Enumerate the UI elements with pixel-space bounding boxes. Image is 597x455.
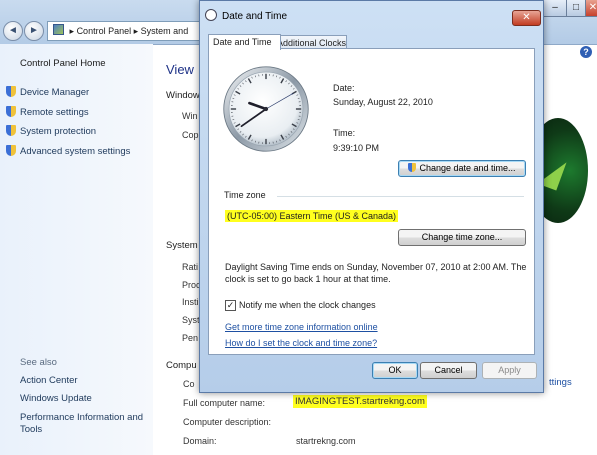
windows-item: Cop <box>182 130 199 140</box>
date-value: Sunday, August 22, 2010 <box>333 97 433 107</box>
notify-checkbox[interactable]: ✓ <box>225 300 236 311</box>
remote-settings-link[interactable]: Remote settings <box>6 106 89 118</box>
time-zone-info-link[interactable]: Get more time zone information online <box>225 322 378 332</box>
minimize-button[interactable]: – <box>543 0 567 17</box>
windows-edition-heading: Window <box>166 90 200 101</box>
see-also-heading: See also <box>20 357 57 368</box>
system-item: Syst <box>182 315 200 325</box>
help-icon[interactable]: ? <box>580 46 592 58</box>
shield-icon <box>6 125 16 136</box>
domain-value: startrekng.com <box>296 436 356 446</box>
breadcrumb-system[interactable]: System and <box>141 26 189 36</box>
computer-description-label: Computer description: <box>183 417 272 427</box>
shield-icon <box>6 86 16 97</box>
time-zone-value: (UTC-05:00) Eastern Time (US & Canada) <box>225 210 399 222</box>
back-button[interactable]: ◄ <box>3 21 23 41</box>
system-item: Pen <box>182 333 199 343</box>
control-panel-icon <box>53 24 64 35</box>
action-center-link[interactable]: Action Center <box>20 375 78 386</box>
date-and-time-dialog: Date and Time ✕ Date and Time Additional… <box>199 0 544 393</box>
system-protection-link[interactable]: System protection <box>6 125 96 137</box>
dialog-title-text: Date and Time <box>222 11 288 22</box>
dst-message: Daylight Saving Time ends on Sunday, Nov… <box>225 262 527 284</box>
tab-panel: Date: Sunday, August 22, 2010 Time: 9:39… <box>208 48 535 355</box>
windows-update-link[interactable]: Windows Update <box>20 393 92 404</box>
system-item: Rati <box>182 262 199 272</box>
system-item: Insti <box>182 297 199 307</box>
breadcrumb-control-panel[interactable]: Control Panel <box>77 26 132 36</box>
analog-clock <box>223 66 309 152</box>
shield-icon <box>6 145 16 156</box>
how-to-set-clock-link[interactable]: How do I set the clock and time zone? <box>225 338 377 348</box>
computer-name-heading: Compu <box>166 360 197 371</box>
task-label: Remote settings <box>20 107 89 118</box>
advanced-system-settings-link[interactable]: Advanced system settings <box>6 145 130 157</box>
date-label: Date: <box>333 83 355 93</box>
full-computer-name-label: Full computer name: <box>183 398 266 408</box>
windows-item: Win <box>182 111 198 121</box>
change-time-zone-button[interactable]: Change time zone... <box>398 229 526 246</box>
page-title: View <box>166 62 194 77</box>
group-divider <box>277 196 524 197</box>
apply-button[interactable]: Apply <box>482 362 537 379</box>
task-label: System protection <box>20 126 97 137</box>
time-zone-heading: Time zone <box>224 190 266 200</box>
dialog-close-button[interactable]: ✕ <box>512 10 541 26</box>
change-date-and-time-button[interactable]: Change date and time... <box>398 160 526 177</box>
computer-row-label: Co <box>183 379 195 389</box>
device-manager-link[interactable]: Device Manager <box>6 86 89 98</box>
close-button[interactable]: ✕ <box>585 0 597 17</box>
performance-information-link[interactable]: Performance Information and Tools <box>20 412 148 436</box>
time-label: Time: <box>333 128 356 138</box>
system-item: Proc <box>182 280 201 290</box>
system-heading: System <box>166 240 198 251</box>
tab-date-and-time[interactable]: Date and Time <box>208 34 281 50</box>
maximize-button[interactable]: □ <box>566 0 586 17</box>
breadcrumb-arrow-icon[interactable]: ▸ <box>70 26 75 36</box>
clock-icon <box>205 9 217 21</box>
task-label: Advanced system settings <box>20 146 131 157</box>
button-label: Change date and time... <box>419 163 516 173</box>
forward-button[interactable]: ► <box>24 21 44 41</box>
shield-icon <box>408 163 417 172</box>
task-label: Device Manager <box>20 87 90 98</box>
cancel-button[interactable]: Cancel <box>420 362 477 379</box>
time-value: 9:39:10 PM <box>333 143 380 153</box>
ok-button[interactable]: OK <box>372 362 418 379</box>
domain-label: Domain: <box>183 436 217 446</box>
dialog-title: Date and Time <box>205 9 287 22</box>
breadcrumb-arrow-icon[interactable]: ▸ <box>134 26 139 36</box>
notify-checkbox-label[interactable]: Notify me when the clock changes <box>239 300 376 310</box>
change-settings-link[interactable]: ttings <box>549 377 572 388</box>
full-computer-name-value: IMAGINGTEST.startrekng.com <box>293 395 427 408</box>
shield-icon <box>6 106 16 117</box>
address-bar[interactable]: ▸ Control Panel ▸ System and <box>47 21 209 41</box>
control-panel-home-link[interactable]: Control Panel Home <box>20 58 106 69</box>
